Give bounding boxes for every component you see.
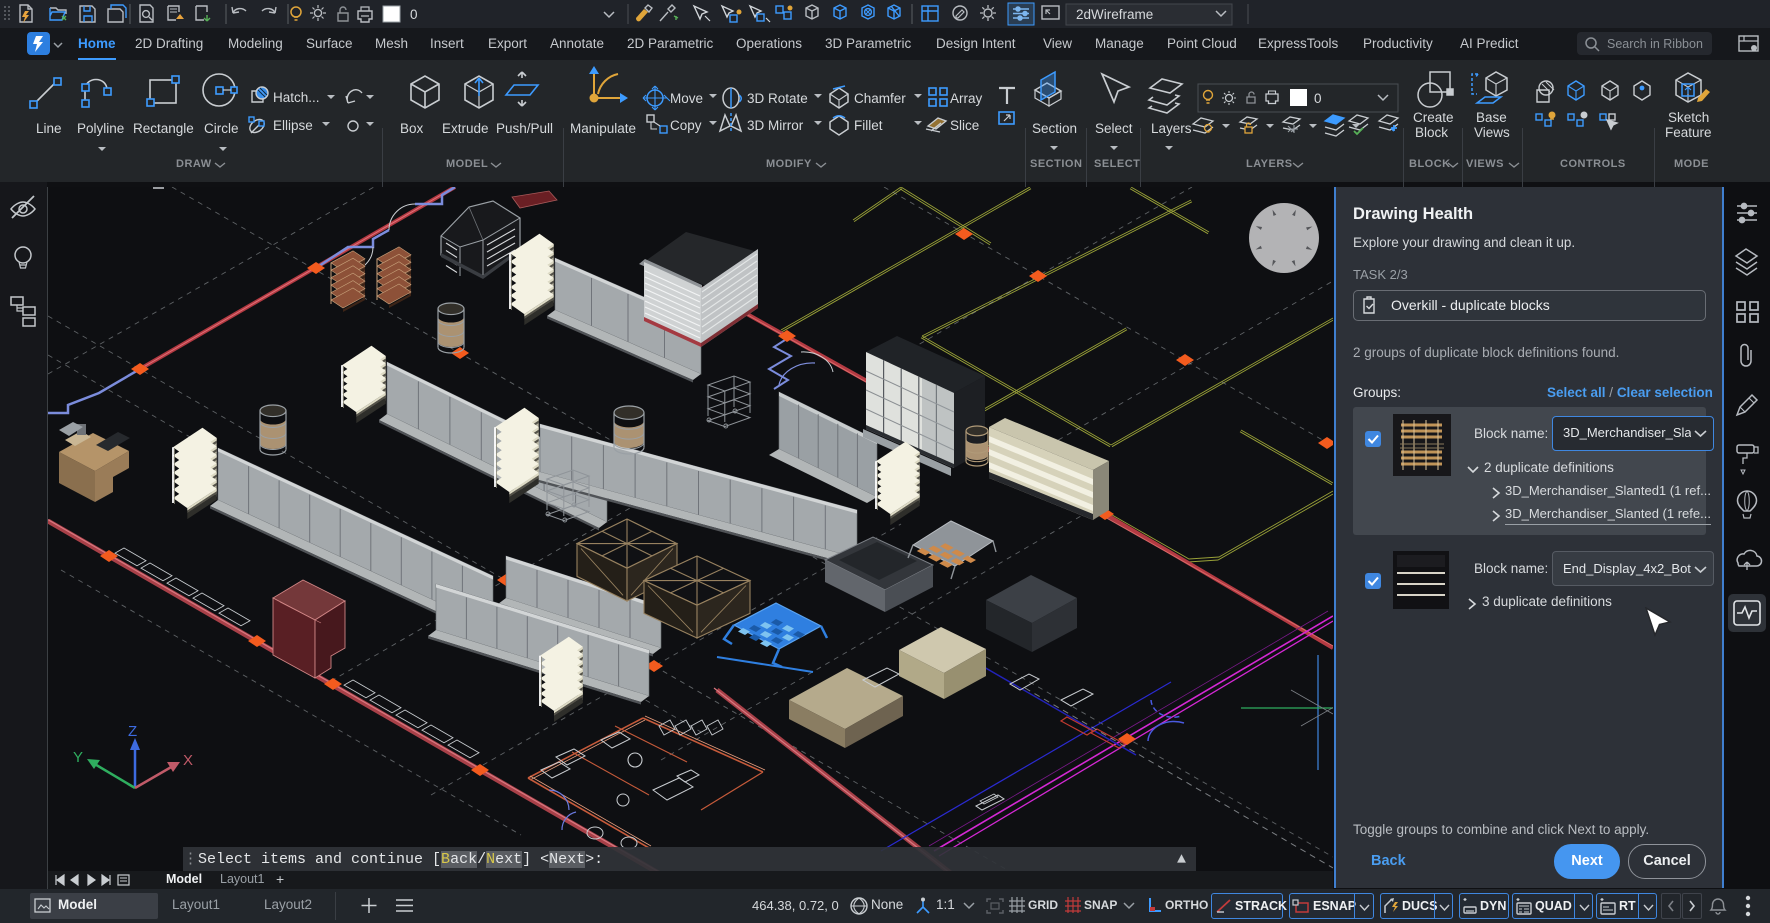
svg-text:Circle: Circle [204, 121, 239, 136]
svg-text:Block: Block [1415, 125, 1448, 140]
svg-text:Slice: Slice [950, 118, 979, 133]
svg-text:Layers: Layers [1151, 121, 1192, 136]
svg-text:Section: Section [1032, 121, 1077, 136]
svg-text:X: X [183, 752, 193, 769]
svg-text:Hatch...: Hatch... [273, 90, 320, 105]
svg-text:3D Rotate: 3D Rotate [747, 91, 808, 106]
svg-text:Array: Array [950, 91, 983, 106]
svg-text:Polyline: Polyline [77, 121, 124, 136]
svg-text:Select: Select [1095, 121, 1133, 136]
svg-text:Manipulate: Manipulate [570, 121, 636, 136]
svg-text:Chamfer: Chamfer [854, 91, 906, 106]
svg-text:Z: Z [128, 723, 137, 740]
svg-text:Extrude: Extrude [442, 121, 489, 136]
svg-text:Y: Y [73, 749, 83, 766]
svg-text:Base: Base [1476, 110, 1507, 125]
svg-text:0: 0 [410, 7, 418, 22]
svg-text:Sketch: Sketch [1668, 110, 1709, 125]
svg-text:Box: Box [400, 121, 424, 136]
svg-text:Views: Views [1474, 125, 1510, 140]
svg-text:Fillet: Fillet [854, 118, 883, 133]
svg-text:Move: Move [670, 91, 703, 106]
svg-text:Feature: Feature [1665, 125, 1712, 140]
svg-text:Copy: Copy [670, 118, 702, 133]
svg-text:Ellipse: Ellipse [273, 118, 313, 133]
svg-text:Push/Pull: Push/Pull [496, 121, 553, 136]
svg-text:3D Mirror: 3D Mirror [747, 118, 804, 133]
svg-text:Search in Ribbon: Search in Ribbon [1607, 37, 1703, 51]
svg-text:Line: Line [36, 121, 62, 136]
svg-text:Create: Create [1413, 110, 1454, 125]
svg-text:Rectangle: Rectangle [133, 121, 194, 136]
svg-text:2dWireframe: 2dWireframe [1076, 7, 1153, 22]
svg-text:0: 0 [1314, 91, 1322, 106]
